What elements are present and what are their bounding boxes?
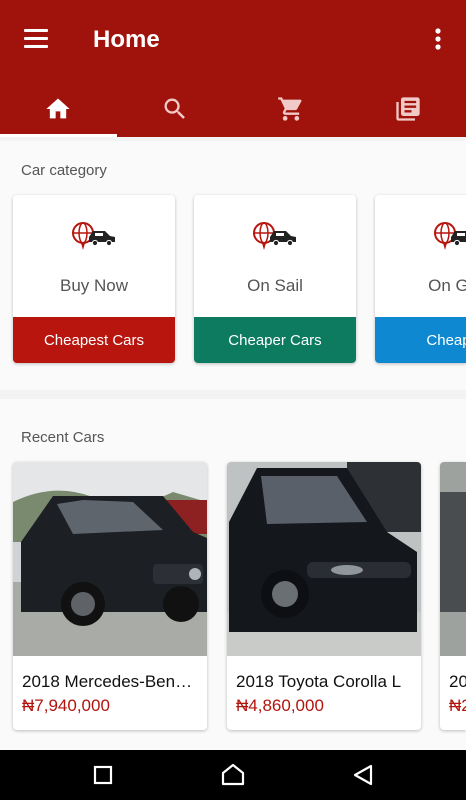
globe-car-icon xyxy=(13,219,175,253)
recents-button[interactable] xyxy=(88,760,118,790)
car-price: ₦4,860,000 xyxy=(236,696,324,715)
tab-bar xyxy=(0,80,466,137)
car-name: 20 xyxy=(449,672,466,691)
cheapest-cars-button[interactable]: Cheapest Cars xyxy=(13,317,175,363)
car-card-corolla[interactable]: 2018 Toyota Corolla L ₦4,860,000 xyxy=(227,462,421,730)
car-photo xyxy=(13,462,207,656)
car-card-partial[interactable]: 20 ₦2 xyxy=(440,462,466,730)
page-title: Home xyxy=(93,26,160,53)
back-button[interactable] xyxy=(348,760,378,790)
globe-car-icon xyxy=(375,219,466,253)
recent-cars-section-title: Recent Cars xyxy=(21,429,105,446)
category-card-on-sail[interactable]: On Sail Cheaper Cars xyxy=(194,195,356,363)
cheaper-cars-button[interactable]: Cheaper Cars xyxy=(194,317,356,363)
category-card-buy-now[interactable]: Buy Now Cheapest Cars xyxy=(13,195,175,363)
car-price: ₦2 xyxy=(449,696,466,715)
tab-cart[interactable] xyxy=(233,80,350,137)
system-nav-bar xyxy=(0,750,466,800)
category-name: On Sail xyxy=(247,276,303,295)
app-bar: Home xyxy=(0,0,466,137)
car-name: 2018 Toyota Corolla L xyxy=(236,672,402,691)
menu-icon xyxy=(24,29,48,48)
cart-icon xyxy=(278,96,302,121)
more-options-button[interactable] xyxy=(424,24,452,56)
tab-library[interactable] xyxy=(350,80,466,137)
globe-car-icon xyxy=(194,219,356,253)
category-section-title: Car category xyxy=(21,162,107,179)
square-icon xyxy=(93,765,113,785)
tab-indicator xyxy=(0,134,117,137)
circle-home-icon xyxy=(221,763,245,786)
tab-home[interactable] xyxy=(0,80,117,137)
category-card-on-gro[interactable]: On Gro Cheap C xyxy=(375,195,466,363)
app-screen: Home Car category Buy Now Cheapest Cars … xyxy=(0,0,466,800)
home-icon xyxy=(46,98,70,118)
more-vert-icon xyxy=(435,28,441,50)
home-nav-button[interactable] xyxy=(218,760,248,790)
tab-search[interactable] xyxy=(117,80,234,137)
cheap-cars-button[interactable]: Cheap C xyxy=(375,317,466,363)
car-price: ₦7,940,000 xyxy=(22,696,110,715)
menu-button[interactable] xyxy=(16,22,56,58)
car-name: 2018 Mercedes-Benz GLC xyxy=(22,672,199,691)
car-photo xyxy=(227,462,421,656)
search-icon xyxy=(164,98,185,119)
library-books-icon xyxy=(396,96,420,121)
car-card-mercedes[interactable]: 2018 Mercedes-Benz GLC ₦7,940,000 xyxy=(13,462,207,730)
car-photo xyxy=(440,462,466,656)
back-triangle-icon xyxy=(353,764,373,786)
category-name: Buy Now xyxy=(59,276,129,295)
category-name: On Gro xyxy=(428,276,466,295)
